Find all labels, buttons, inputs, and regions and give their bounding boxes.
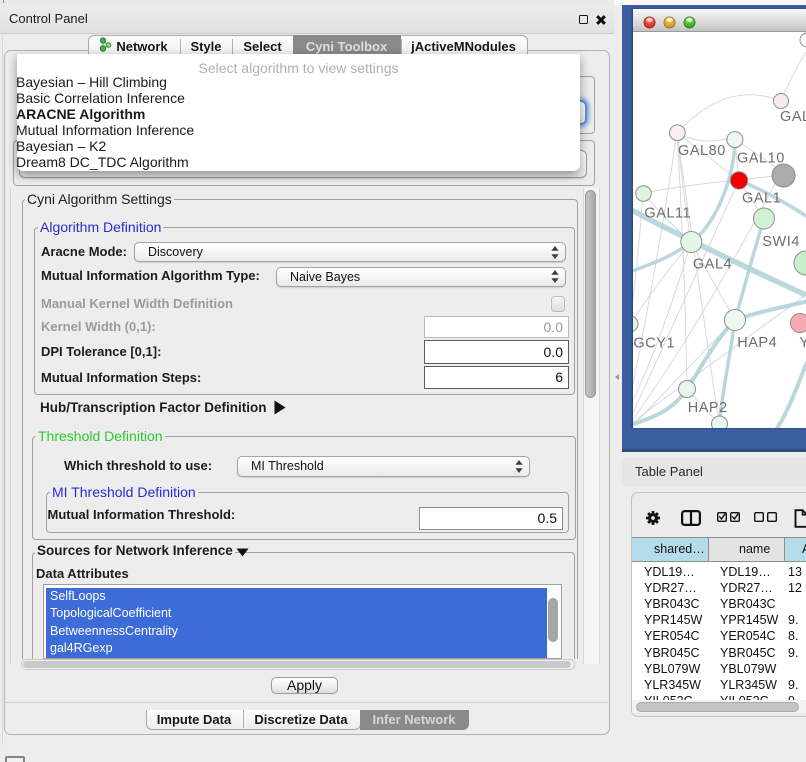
- svg-text:GAL10: GAL10: [737, 151, 785, 167]
- svg-text:Y: Y: [799, 335, 806, 351]
- svg-text:GAL4: GAL4: [693, 257, 732, 273]
- svg-text:GAL7: GAL7: [780, 109, 806, 125]
- svg-text:GAL11: GAL11: [644, 206, 691, 222]
- svg-text:GAL80: GAL80: [678, 143, 726, 159]
- svg-text:GCY1: GCY1: [633, 336, 675, 352]
- svg-text:GAL1: GAL1: [742, 191, 781, 207]
- svg-text:SWI4: SWI4: [762, 234, 800, 250]
- svg-text:HAP2: HAP2: [688, 400, 728, 416]
- svg-text:HAP4: HAP4: [737, 335, 777, 351]
